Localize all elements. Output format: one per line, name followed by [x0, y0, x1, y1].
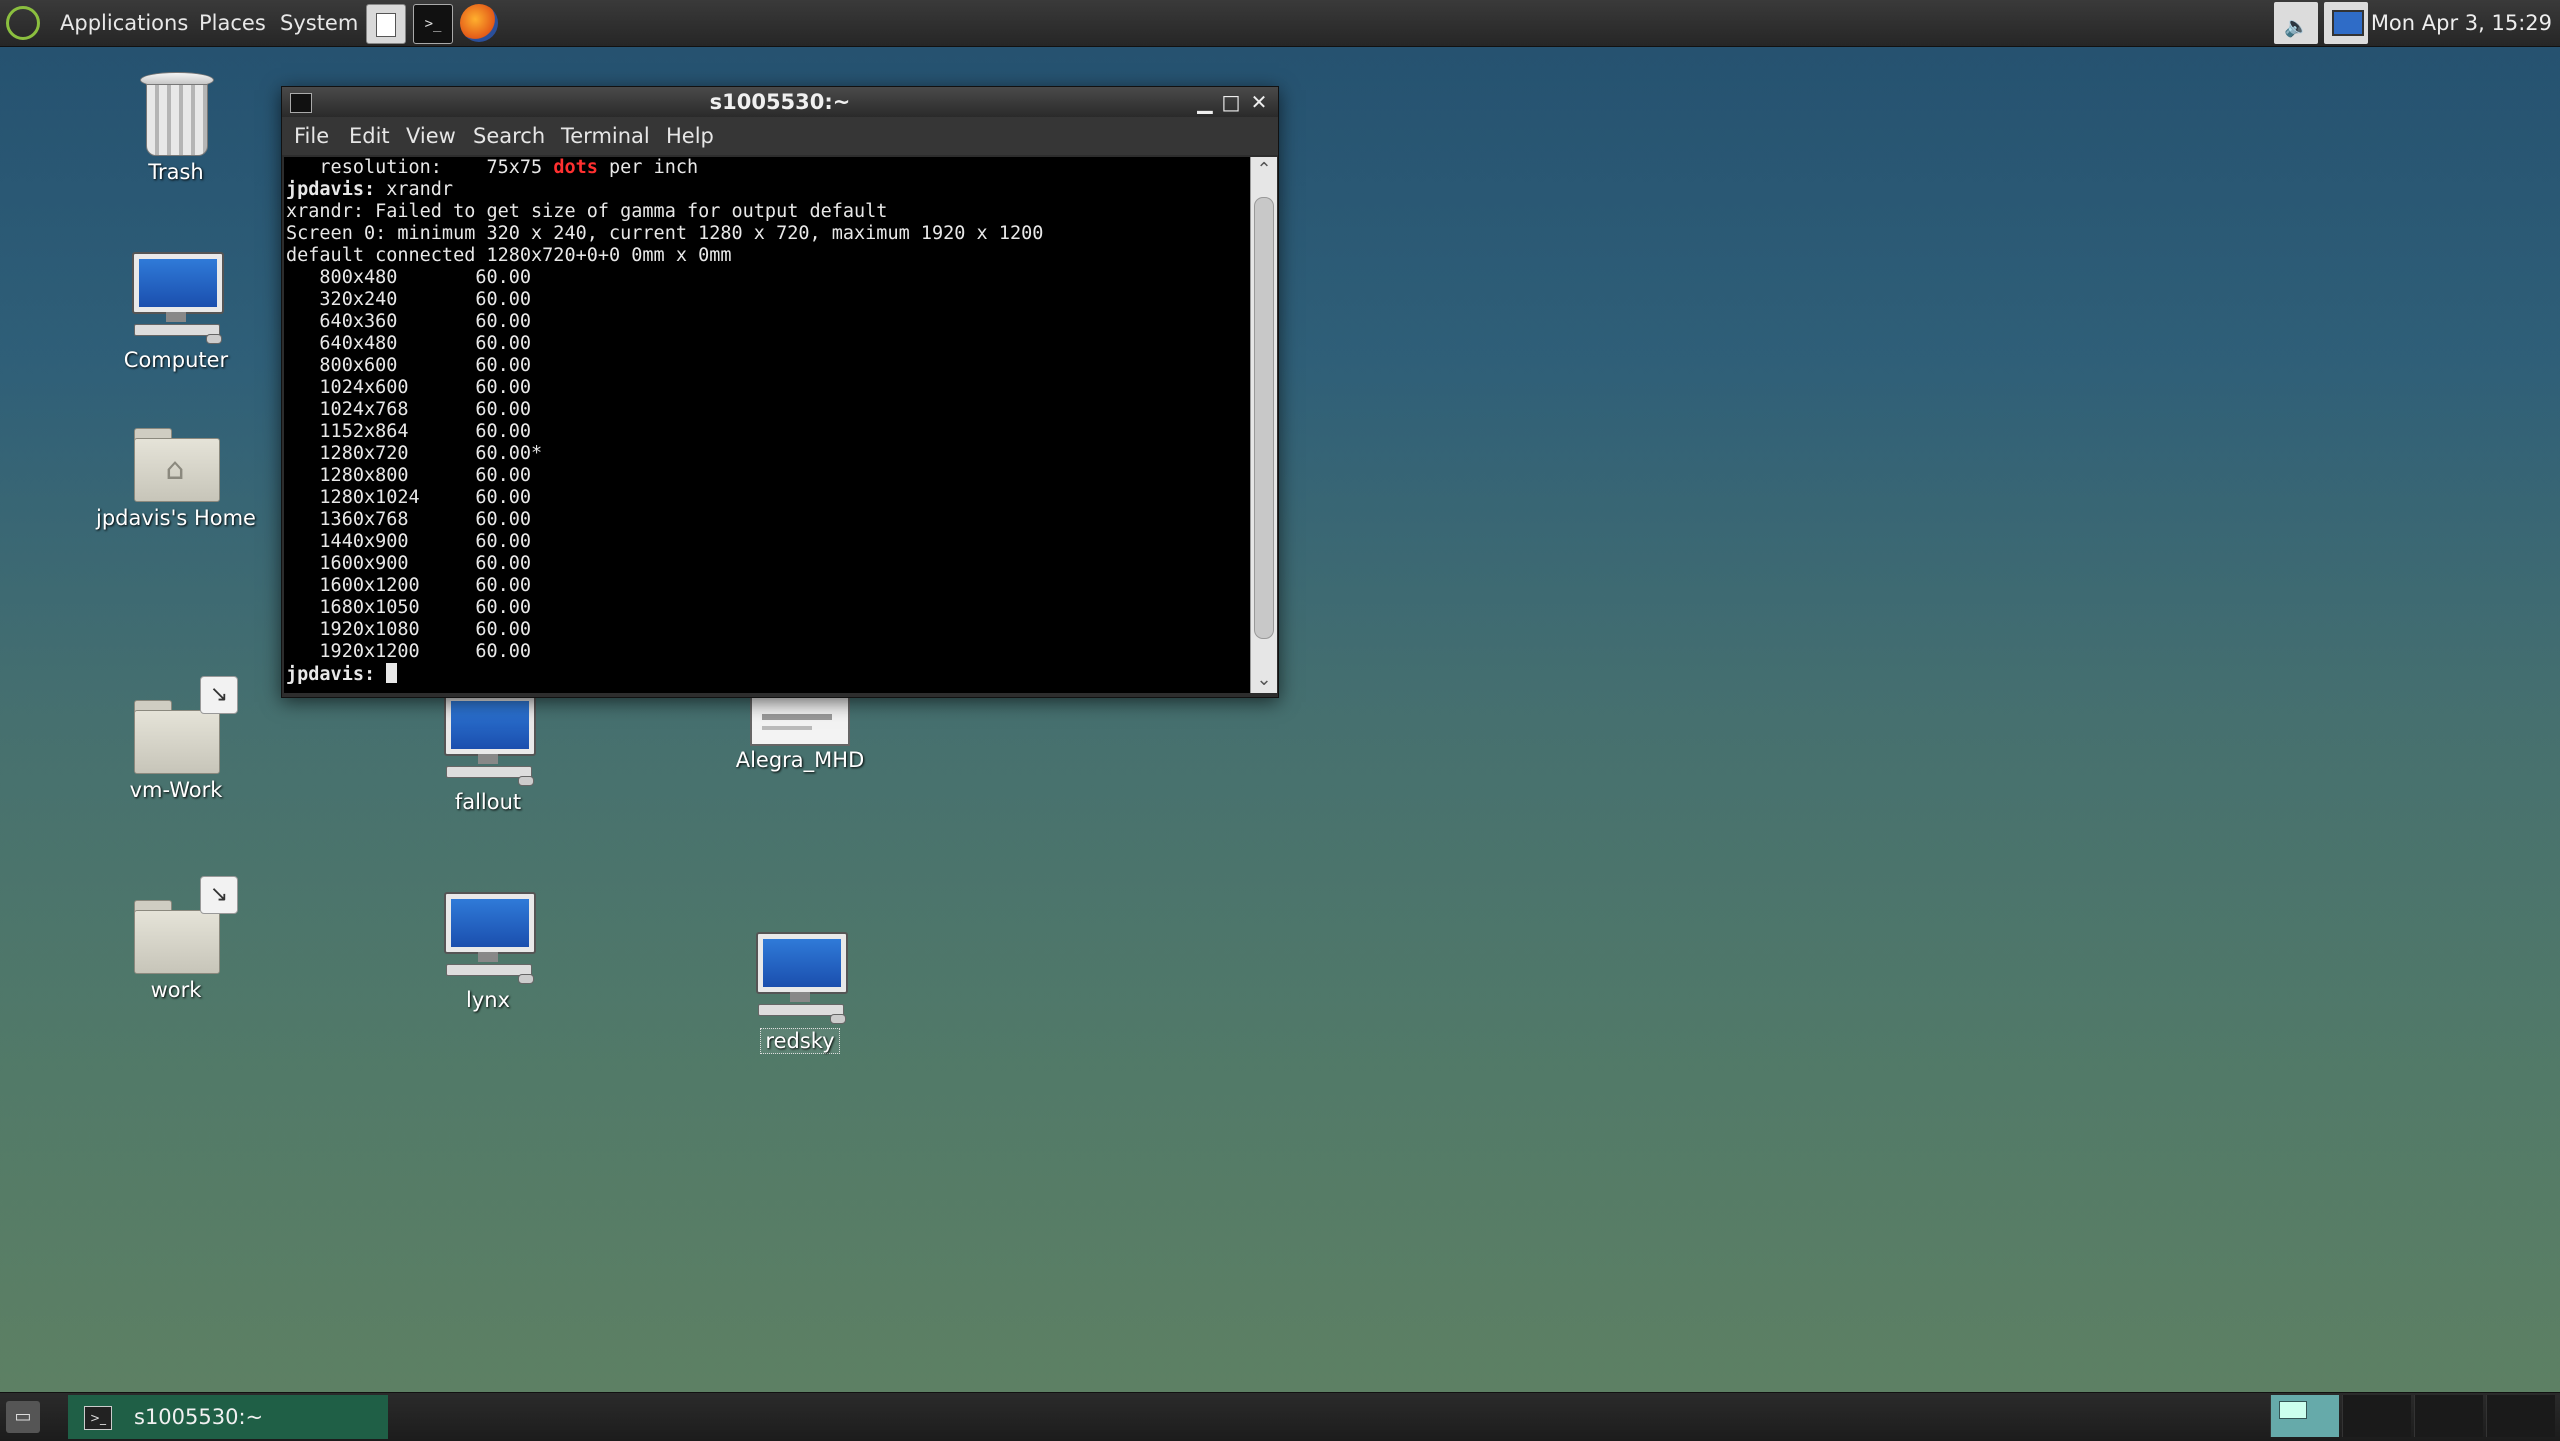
menu-help[interactable]: Help — [666, 117, 714, 155]
icon-label: fallout — [454, 790, 522, 814]
terminal-line: 1280x800 60.00 — [286, 465, 532, 486]
icon-label: Computer — [123, 348, 229, 372]
terminal-line: resolution: 75x75 dots per inch — [286, 157, 699, 178]
symlink-arrow-icon: ↘ — [200, 676, 238, 714]
terminal-line: 1280x1024 60.00 — [286, 487, 532, 508]
icon-label: Alegra_MHD — [735, 748, 865, 772]
terminal-lines: xrandr: Failed to get size of gamma for … — [286, 201, 1252, 663]
window-title: s1005530:~ — [709, 90, 851, 114]
terminal-line: 1920x1080 60.00 — [286, 619, 532, 640]
icon-label: jpdavis's Home — [96, 506, 256, 530]
taskbar-window-label: s1005530:~ — [134, 1405, 264, 1429]
terminal-line: 640x360 60.00 — [286, 311, 532, 332]
text-cursor — [386, 663, 398, 683]
menu-terminal[interactable]: Terminal — [561, 117, 650, 155]
document-thumbnail-icon — [750, 694, 850, 746]
desktop-icon-alegra-mhd[interactable]: Alegra_MHD — [720, 694, 880, 772]
terminal-line: 1600x1200 60.00 — [286, 575, 532, 596]
vertical-scrollbar[interactable]: ⌃ ⌄ — [1250, 157, 1277, 693]
distro-logo-icon[interactable] — [6, 6, 40, 40]
terminal-icon: >_ — [84, 1406, 112, 1430]
minimize-button[interactable]: ▁ — [1194, 91, 1216, 113]
window-titlebar[interactable]: s1005530:~ ▁ □ ✕ — [282, 87, 1278, 117]
terminal-line: 1360x768 60.00 — [286, 509, 532, 530]
terminal-line: 1600x900 60.00 — [286, 553, 532, 574]
maximize-button[interactable]: □ — [1220, 91, 1242, 113]
terminal-line: 1152x864 60.00 — [286, 421, 532, 442]
terminal-line: 800x480 60.00 — [286, 267, 532, 288]
menu-file[interactable]: File — [294, 117, 329, 155]
terminal-line: xrandr: Failed to get size of gamma for … — [286, 201, 888, 222]
desktop-icon-computer[interactable]: Computer — [96, 250, 256, 372]
icon-label: work — [150, 978, 202, 1002]
desktop-icon-fallout[interactable]: fallout — [408, 692, 568, 814]
terminal-line: jpdavis: xrandr — [286, 179, 454, 200]
icon-label: Trash — [148, 160, 204, 184]
terminal-line: default connected 1280x720+0+0 0mm x 0mm — [286, 245, 732, 266]
computer-icon — [440, 692, 536, 788]
symlink-arrow-icon: ↘ — [200, 876, 238, 914]
applications-menu[interactable]: Applications — [60, 0, 188, 46]
icon-label: redsky — [760, 1028, 840, 1054]
desktop-icon-work[interactable]: ↘ work — [96, 876, 256, 1002]
home-folder-icon: ⌂ — [128, 418, 224, 504]
terminal-output[interactable]: resolution: 75x75 dots per inch jpdavis: … — [284, 157, 1252, 693]
terminal-line: 1920x1200 60.00 — [286, 641, 532, 662]
trash-icon — [136, 66, 216, 158]
terminal-line: 1024x600 60.00 — [286, 377, 532, 398]
volume-icon[interactable]: 🔈 — [2274, 2, 2318, 44]
terminal-icon — [290, 93, 312, 113]
show-desktop-icon[interactable]: ▭ — [6, 1401, 40, 1433]
terminal-input-line[interactable]: jpdavis: — [286, 663, 1252, 686]
terminal-window[interactable]: s1005530:~ ▁ □ ✕ File Edit View Search T… — [281, 86, 1279, 698]
menu-edit[interactable]: Edit — [349, 117, 390, 155]
workspace-3[interactable] — [2414, 1395, 2483, 1437]
taskbar-window-button[interactable]: >_ s1005530:~ — [68, 1395, 388, 1439]
desktop-icon-redsky[interactable]: redsky — [720, 930, 880, 1054]
terminal-line: 640x480 60.00 — [286, 333, 532, 354]
terminal-icon[interactable]: >_ — [413, 4, 453, 44]
computer-icon — [128, 250, 224, 346]
terminal-line: 1280x720 60.00* — [286, 443, 543, 464]
computer-icon — [752, 930, 848, 1026]
terminal-line: Screen 0: minimum 320 x 240, current 128… — [286, 223, 1044, 244]
workspace-1[interactable] — [2270, 1395, 2339, 1437]
shell-prompt: jpdavis: — [286, 664, 376, 685]
network-icon[interactable] — [2324, 2, 2368, 44]
scroll-down-arrow-icon[interactable]: ⌄ — [1251, 667, 1277, 693]
close-button[interactable]: ✕ — [1248, 91, 1270, 113]
menu-view[interactable]: View — [406, 117, 456, 155]
shell-prompt: jpdavis: — [286, 179, 376, 200]
terminal-line: 320x240 60.00 — [286, 289, 532, 310]
bottom-panel: ▭ >_ s1005530:~ — [0, 1392, 2560, 1441]
terminal-line: 1680x1050 60.00 — [286, 597, 532, 618]
icon-label: lynx — [466, 988, 510, 1012]
scroll-up-arrow-icon[interactable]: ⌃ — [1251, 157, 1277, 183]
places-menu[interactable]: Places — [199, 0, 266, 46]
terminal-menubar: File Edit View Search Terminal Help — [282, 117, 1278, 155]
top-panel: Applications Places System >_ 🔈 Mon Apr … — [0, 0, 2560, 47]
folder-icon: ↘ — [128, 676, 238, 776]
system-menu[interactable]: System — [280, 0, 358, 46]
terminal-line: 800x600 60.00 — [286, 355, 532, 376]
workspace-2[interactable] — [2342, 1395, 2411, 1437]
folder-icon: ↘ — [128, 876, 238, 976]
computer-icon — [440, 890, 536, 986]
text-editor-icon[interactable] — [366, 4, 406, 44]
desktop-icon-vm-work[interactable]: ↘ vm-Work — [96, 676, 256, 802]
icon-label: vm-Work — [129, 778, 223, 802]
terminal-line: 1440x900 60.00 — [286, 531, 532, 552]
terminal-line: 1024x768 60.00 — [286, 399, 532, 420]
desktop-icon-home[interactable]: ⌂ jpdavis's Home — [96, 418, 256, 530]
menu-search[interactable]: Search — [473, 117, 545, 155]
desktop-icon-lynx[interactable]: lynx — [408, 890, 568, 1012]
firefox-icon[interactable] — [460, 4, 498, 42]
desktop-icon-trash[interactable]: Trash — [96, 66, 256, 184]
workspace-4[interactable] — [2486, 1395, 2555, 1437]
scrollbar-thumb[interactable] — [1254, 197, 1274, 639]
clock[interactable]: Mon Apr 3, 15:29 — [2371, 0, 2552, 46]
